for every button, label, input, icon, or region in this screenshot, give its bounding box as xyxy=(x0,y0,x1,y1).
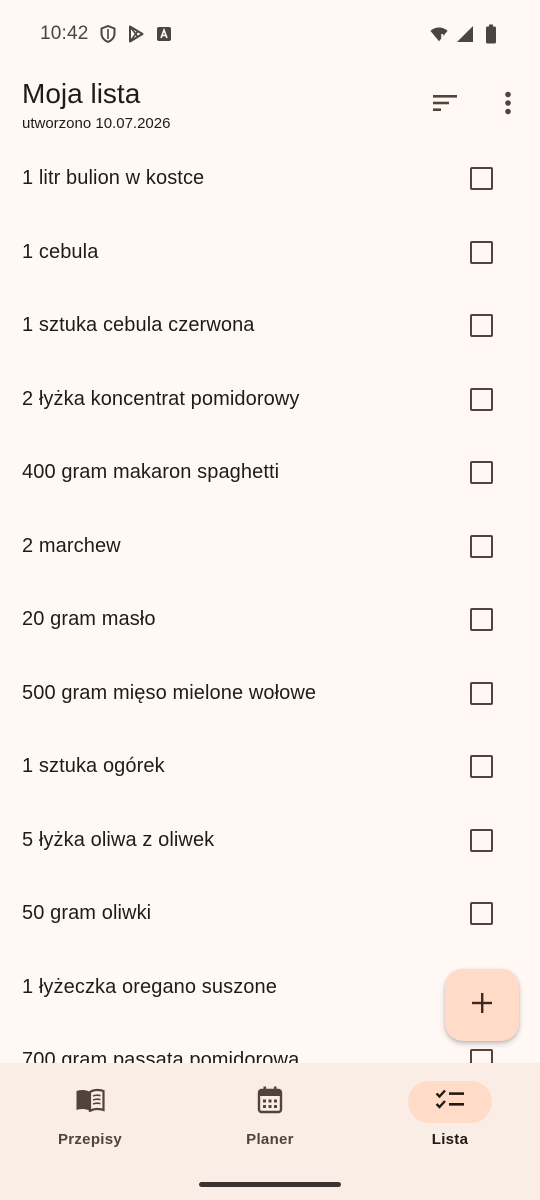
list-item[interactable]: 50 gram oliwki xyxy=(0,877,540,951)
signal-icon xyxy=(456,25,474,43)
shopping-list[interactable]: 1 litr bulion w kostce 1 cebula 1 sztuka… xyxy=(0,142,540,1063)
list-item[interactable]: 1 sztuka cebula czerwona xyxy=(0,289,540,363)
play-store-icon xyxy=(127,25,145,43)
list-item-label: 500 gram mięso mielone wołowe xyxy=(22,681,317,704)
list-item-checkbox[interactable] xyxy=(470,461,493,485)
list-item-checkbox[interactable] xyxy=(470,240,493,264)
page-title: Moja lista xyxy=(22,78,141,109)
list-item[interactable]: 20 gram masło xyxy=(0,583,540,657)
sort-icon xyxy=(432,94,458,117)
calendar-icon xyxy=(257,1086,283,1119)
plus-icon xyxy=(472,992,492,1018)
list-item-checkbox[interactable] xyxy=(470,167,493,191)
home-indicator[interactable] xyxy=(199,1182,341,1187)
sort-button[interactable] xyxy=(421,81,469,129)
wifi-icon xyxy=(430,25,448,43)
list-item-label: 20 gram masło xyxy=(22,608,156,631)
more-options-button[interactable] xyxy=(484,81,532,129)
page-subtitle: utworzono 10.07.2026 xyxy=(22,115,171,132)
more-vert-icon xyxy=(504,91,512,120)
battery-icon xyxy=(482,24,500,44)
status-bar: 10:42 xyxy=(0,0,540,68)
list-item-checkbox[interactable] xyxy=(470,828,493,852)
nav-label: Przepisy xyxy=(57,1131,123,1148)
list-item-checkbox[interactable] xyxy=(470,681,493,705)
nav-label: Lista xyxy=(431,1131,469,1148)
list-item-checkbox[interactable] xyxy=(470,534,493,558)
list-item-label: 50 gram oliwki xyxy=(22,902,152,925)
list-item[interactable]: 2 marchew xyxy=(0,510,540,584)
book-icon xyxy=(75,1088,105,1117)
top-app-bar: Moja lista utworzono 10.07.2026 xyxy=(0,68,540,144)
list-item[interactable]: 1 litr bulion w kostce xyxy=(0,142,540,216)
list-item-checkbox[interactable] xyxy=(470,387,493,411)
add-item-fab[interactable] xyxy=(445,969,519,1041)
list-item-label: 1 sztuka cebula czerwona xyxy=(22,314,255,337)
font-a-icon xyxy=(155,25,173,43)
list-item-label: 1 łyżeczka oregano suszone xyxy=(22,975,277,998)
nav-item-planer[interactable]: Planer xyxy=(180,1081,360,1161)
list-item-checkbox[interactable] xyxy=(470,608,493,632)
nav-pill-active xyxy=(408,1081,492,1123)
list-item-checkbox[interactable] xyxy=(470,755,493,779)
nav-item-lista[interactable]: Lista xyxy=(360,1081,540,1161)
nav-item-przepisy[interactable]: Przepisy xyxy=(0,1081,180,1161)
nav-pill xyxy=(48,1081,132,1123)
list-item[interactable]: 500 gram mięso mielone wołowe xyxy=(0,657,540,731)
list-item-label: 2 łyżka koncentrat pomidorowy xyxy=(22,387,300,410)
bottom-navigation: Przepisy Planer Lista xyxy=(0,1063,540,1200)
list-item-label: 5 łyżka oliwa z oliwek xyxy=(22,828,215,851)
list-item-label: 1 cebula xyxy=(22,240,99,263)
list-item-checkbox[interactable] xyxy=(470,1049,493,1063)
list-item-label: 2 marchew xyxy=(22,534,121,557)
list-item-label: 1 sztuka ogórek xyxy=(22,755,165,778)
list-item[interactable]: 5 łyżka oliwa z oliwek xyxy=(0,804,540,878)
list-item-label: 400 gram makaron spaghetti xyxy=(22,461,280,484)
list-item[interactable]: 1 sztuka ogórek xyxy=(0,730,540,804)
status-time: 10:42 xyxy=(40,23,89,44)
nav-pill xyxy=(228,1081,312,1123)
list-item-label: 1 litr bulion w kostce xyxy=(22,167,205,190)
status-bar-left: 10:42 xyxy=(40,23,173,45)
list-item-checkbox[interactable] xyxy=(470,902,493,926)
list-item-checkbox[interactable] xyxy=(470,314,493,338)
list-item[interactable]: 1 cebula xyxy=(0,216,540,290)
status-bar-right xyxy=(430,24,500,44)
shield-icon xyxy=(99,25,117,43)
list-item[interactable]: 400 gram makaron spaghetti xyxy=(0,436,540,510)
nav-label: Planer xyxy=(246,1131,294,1148)
checklist-icon xyxy=(435,1089,465,1116)
list-item-label: 700 gram passata pomidorowa xyxy=(22,1049,300,1063)
list-item[interactable]: 2 łyżka koncentrat pomidorowy xyxy=(0,363,540,437)
